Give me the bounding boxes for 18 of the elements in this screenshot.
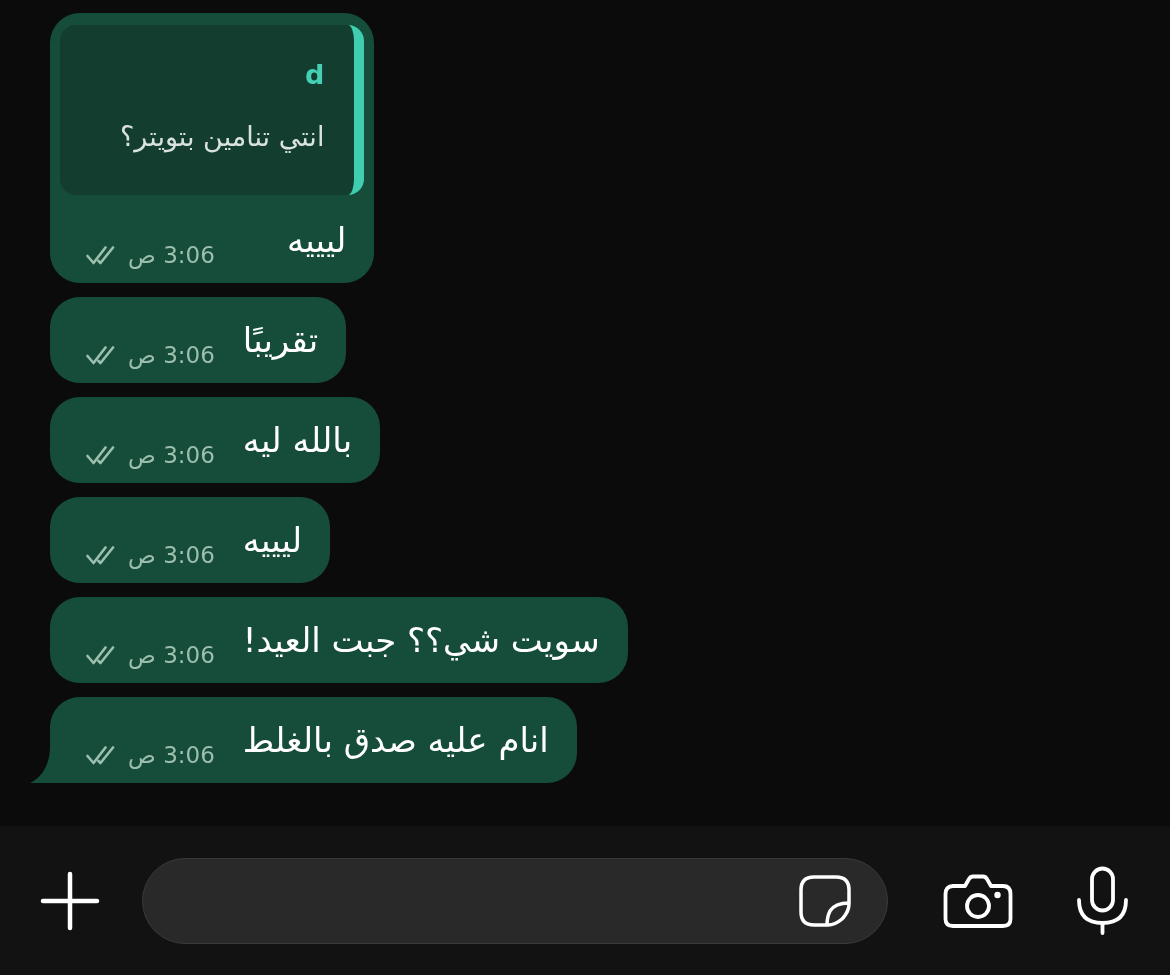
message-time: 3:06 ص — [128, 241, 215, 269]
message-time: 3:06 ص — [128, 441, 215, 469]
microphone-icon[interactable] — [1075, 865, 1130, 936]
message-text: ليييه — [242, 519, 303, 562]
message-time: 3:06 ص — [128, 741, 215, 769]
message-time: 3:06 ص — [128, 541, 215, 569]
message-text: انام عليه صدق بالغلط — [242, 719, 549, 762]
plus-icon[interactable] — [40, 870, 100, 931]
message-text: سويت شي؟؟ جبت العيد! — [242, 619, 600, 663]
message-time: 3:06 ص — [128, 641, 215, 669]
message-time: 3:06 ص — [128, 341, 215, 369]
camera-icon[interactable] — [943, 872, 1013, 929]
sticker-icon[interactable] — [797, 872, 853, 929]
quoted-text: انتي تنامين بتويتر؟ — [120, 120, 325, 155]
quoted-sender: d — [304, 58, 325, 92]
message-text: بالله ليه — [242, 419, 353, 462]
message-text: ليييه — [287, 219, 347, 262]
message-text: تقريبًا — [242, 319, 319, 362]
